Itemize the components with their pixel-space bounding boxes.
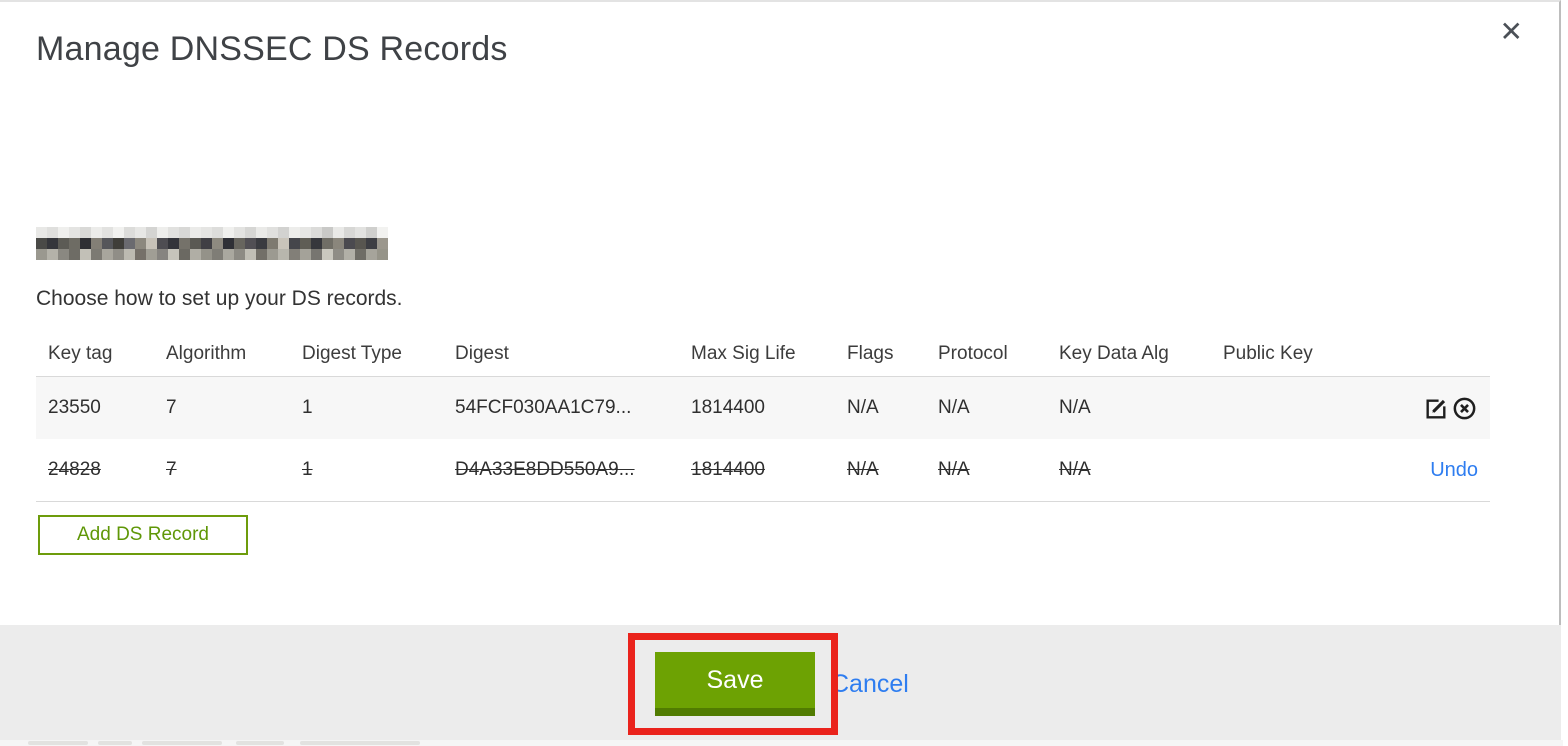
col-header-max-sig-life: Max Sig Life	[691, 343, 796, 364]
cell-flags: N/A	[847, 459, 879, 480]
table-row-deleted: 24828 7 1 D4A33E8DD550A9... 1814400 N/A …	[36, 439, 1490, 501]
edit-record-icon[interactable]	[1423, 395, 1450, 422]
col-header-digest: Digest	[455, 343, 509, 364]
row-actions	[1382, 395, 1478, 422]
cell-max-sig-life: 1814400	[691, 397, 765, 418]
col-header-key-tag: Key tag	[48, 343, 113, 364]
ds-records-table: Key tag Algorithm Digest Type Digest Max…	[36, 332, 1490, 502]
close-icon[interactable]: ✕	[1500, 18, 1523, 46]
add-ds-record-button[interactable]: Add DS Record	[38, 515, 248, 555]
cell-key-tag: 23550	[48, 397, 101, 418]
cell-digest-type: 1	[302, 397, 313, 418]
undo-link[interactable]: Undo	[1430, 459, 1478, 482]
table-row: 23550 7 1 54FCF030AA1C79... 1814400 N/A …	[36, 377, 1490, 439]
col-header-flags: Flags	[847, 343, 894, 364]
col-header-protocol: Protocol	[938, 343, 1008, 364]
cell-max-sig-life: 1814400	[691, 459, 765, 480]
col-header-algorithm: Algorithm	[166, 343, 247, 364]
redacted-domain	[36, 227, 388, 260]
page-title: Manage DNSSEC DS Records	[36, 30, 508, 68]
page-behind-strip	[0, 740, 1568, 746]
cell-digest: D4A33E8DD550A9...	[455, 459, 635, 480]
cell-digest-type: 1	[302, 459, 313, 480]
manage-dnssec-dialog: Manage DNSSEC DS Records ✕ Choose how to…	[0, 0, 1568, 746]
cell-algorithm: 7	[166, 397, 177, 418]
cell-digest: 54FCF030AA1C79...	[455, 397, 632, 418]
col-header-public-key: Public Key	[1223, 343, 1313, 364]
cell-protocol: N/A	[938, 459, 970, 480]
cancel-link[interactable]: Cancel	[831, 670, 909, 699]
cell-algorithm: 7	[166, 459, 177, 480]
page-right-edge	[1563, 0, 1568, 746]
cell-key-data-alg: N/A	[1059, 397, 1091, 418]
cell-key-tag: 24828	[48, 459, 101, 480]
cell-key-data-alg: N/A	[1059, 459, 1091, 480]
table-header-row: Key tag Algorithm Digest Type Digest Max…	[36, 332, 1490, 376]
delete-record-icon[interactable]	[1451, 395, 1478, 422]
col-header-key-data-alg: Key Data Alg	[1059, 343, 1169, 364]
cell-flags: N/A	[847, 397, 879, 418]
save-button[interactable]: Save	[655, 652, 815, 716]
instruction-text: Choose how to set up your DS records.	[36, 287, 403, 310]
table-body: 23550 7 1 54FCF030AA1C79... 1814400 N/A …	[36, 376, 1490, 502]
cell-protocol: N/A	[938, 397, 970, 418]
modal-panel: Manage DNSSEC DS Records ✕ Choose how to…	[0, 0, 1561, 741]
col-header-digest-type: Digest Type	[302, 343, 402, 364]
row-actions: Undo	[1382, 459, 1478, 482]
